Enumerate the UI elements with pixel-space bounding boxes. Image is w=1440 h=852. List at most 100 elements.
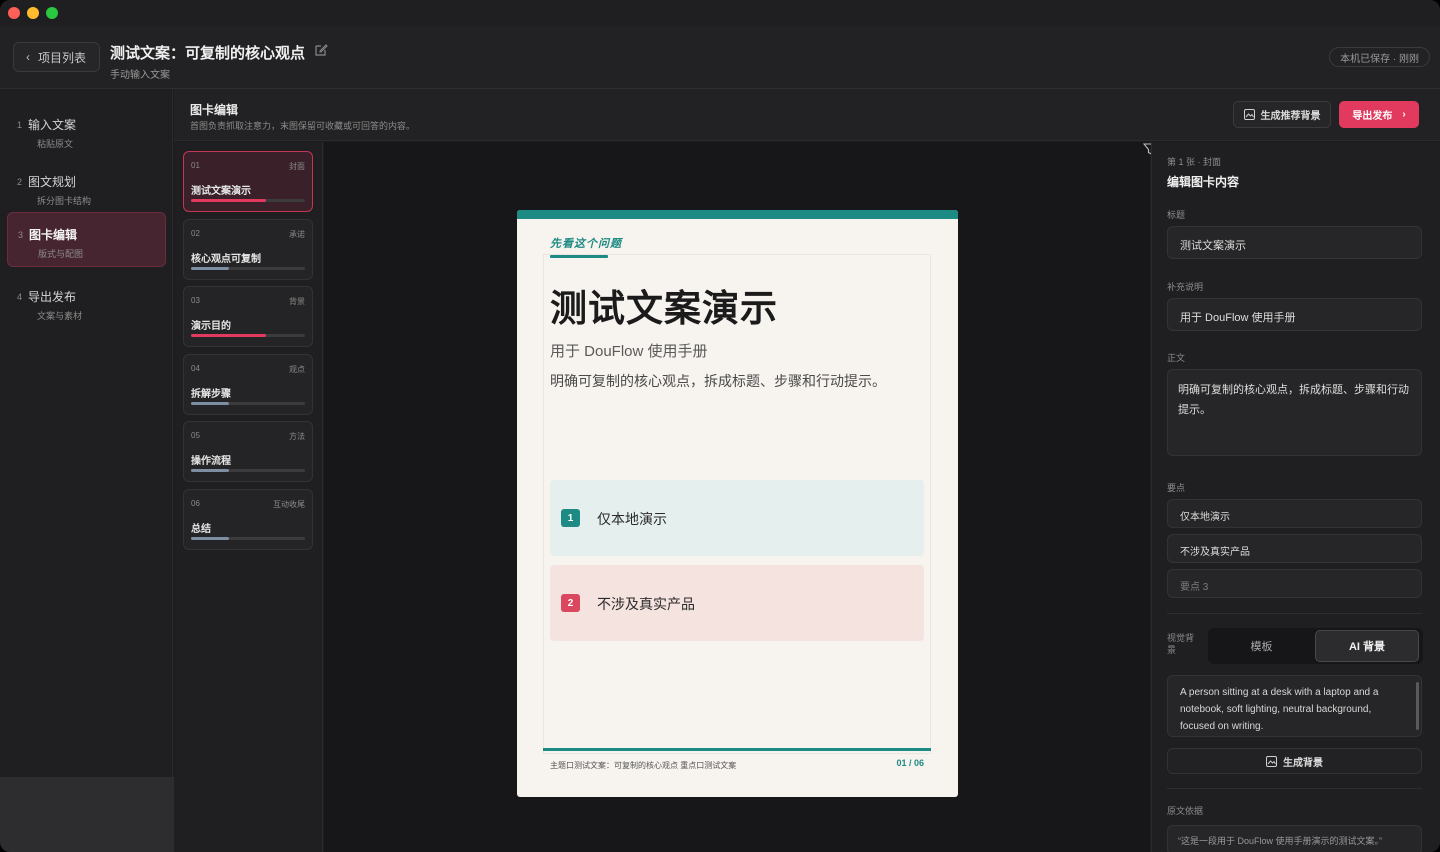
- minimize-window-button[interactable]: [27, 7, 39, 19]
- export-publish-button[interactable]: 导出发布 ›: [1339, 101, 1419, 128]
- card-title: 测试文案演示: [191, 186, 251, 197]
- edit-icon[interactable]: [314, 43, 328, 57]
- point-input-1[interactable]: 仅本地演示: [1167, 499, 1422, 528]
- card-title: 核心观点可复制: [191, 254, 261, 265]
- back-to-projects-button[interactable]: ‹ 项目列表: [13, 42, 100, 72]
- step-sublabel: 拆分图卡结构: [37, 196, 92, 206]
- poster-point: 2 不涉及真实产品: [550, 565, 924, 641]
- card-title: 总结: [191, 524, 211, 535]
- card-role-tag: 方法: [289, 432, 305, 441]
- poster-body: 明确可复制的核心观点，拆成标题、步骤和行动提示。: [550, 373, 886, 389]
- card-thumbnail[interactable]: 06 互动收尾 总结: [183, 489, 313, 550]
- body-textarea[interactable]: 明确可复制的核心观点，拆成标题、步骤和行动提示。: [1167, 369, 1422, 456]
- generate-recommended-label: 生成推荐背景: [1260, 111, 1321, 122]
- card-role-tag: 承诺: [289, 230, 305, 239]
- step-number: 4: [17, 292, 23, 302]
- step-card-edit[interactable]: 3 图卡编辑 版式与配图: [7, 212, 166, 267]
- step-sublabel: 版式与配图: [38, 249, 84, 259]
- card-thumbnail[interactable]: 02 承诺核心观点可复制: [183, 219, 313, 280]
- poster-kicker-underline: [550, 255, 608, 258]
- title-bar: [0, 0, 1440, 26]
- card-progress-track: [191, 469, 305, 472]
- poster-card[interactable]: 先看这个问题 测试文案演示 用于 DouFlow 使用手册 明确可复制的核心观点…: [517, 210, 958, 797]
- poster-footer-text: 主题口测试文案：可复制的核心观点 重点口测试文案: [550, 761, 737, 770]
- template-option[interactable]: 模板: [1210, 630, 1313, 662]
- chevron-right-icon: ›: [1402, 109, 1406, 120]
- note-label: 补充说明: [1167, 282, 1204, 292]
- step-input-copy[interactable]: 1 输入文案 粘贴原文: [7, 103, 166, 158]
- close-window-button[interactable]: [8, 7, 20, 19]
- step-number: 2: [17, 177, 23, 187]
- poster-point: 1 仅本地演示: [550, 480, 924, 556]
- step-number: 3: [18, 230, 24, 240]
- step-export-publish[interactable]: 4 导出发布 文案与素材: [7, 275, 166, 330]
- card-progress-track: [191, 334, 305, 337]
- poster-subtitle: 用于 DouFlow 使用手册: [550, 343, 708, 360]
- poster-accent-bar: [517, 210, 958, 219]
- ai-background-option[interactable]: AI 背景: [1315, 630, 1419, 662]
- step-sublabel: 粘贴原文: [37, 139, 74, 149]
- card-number: 05: [191, 431, 200, 440]
- background-mode-toggle: 模板 AI 背景: [1208, 628, 1423, 664]
- card-thumbnail[interactable]: 04 观点 拆解步骤: [183, 354, 313, 415]
- card-thumbnail[interactable]: 01 封面测试文案演示: [183, 151, 313, 212]
- poster-page-number: 01 / 06: [896, 758, 924, 768]
- source-label: 原文依据: [1167, 806, 1204, 816]
- note-input[interactable]: 用于 DouFlow 使用手册: [1167, 298, 1422, 331]
- card-progress-fill: [191, 199, 267, 202]
- background-prompt-textarea[interactable]: A person sitting at a desk with a laptop…: [1167, 675, 1422, 737]
- generate-background-button[interactable]: 生成背景: [1167, 748, 1422, 774]
- card-progress-fill: [191, 334, 267, 337]
- point-input-3[interactable]: 要点 3: [1167, 569, 1422, 598]
- zoom-window-button[interactable]: [46, 7, 58, 19]
- project-header: ‹ 项目列表 测试文案：可复制的核心观点 手动输入文案 本机已保存 · 刚刚: [0, 26, 1440, 89]
- app-window: ‹ 项目列表 测试文案：可复制的核心观点 手动输入文案 本机已保存 · 刚刚 1…: [0, 0, 1440, 852]
- step-sublabel: 文案与素材: [37, 311, 83, 321]
- step-label: 图卡编辑: [29, 228, 78, 242]
- card-progress-fill: [191, 469, 229, 472]
- section-title: 图卡编辑: [190, 103, 239, 117]
- preview-canvas: 先看这个问题 测试文案演示 用于 DouFlow 使用手册 明确可复制的核心观点…: [324, 142, 1150, 852]
- divider: [1167, 613, 1422, 614]
- card-progress-track: [191, 199, 305, 202]
- section-description: 首图负责抓取注意力，末图保留可收藏或可回答的内容。: [190, 121, 416, 131]
- card-thumbnail[interactable]: 05 方法操作流程: [183, 421, 313, 482]
- poster-title: 测试文案演示: [550, 288, 778, 329]
- page-title: 测试文案：可复制的核心观点: [110, 45, 306, 62]
- point-text: 不涉及真实产品: [597, 596, 695, 612]
- generate-recommended-background-button[interactable]: 生成推荐背景: [1233, 101, 1331, 128]
- card-title: 演示目的: [191, 321, 231, 332]
- visual-background-label: 视觉背景: [1167, 633, 1195, 655]
- card-progress-track: [191, 267, 305, 270]
- points-label: 要点: [1167, 483, 1186, 493]
- step-label: 图文规划: [28, 175, 77, 189]
- card-thumbnail[interactable]: 03 背景演示目的: [183, 286, 313, 347]
- card-breadcrumb: 第 1 张 · 封面: [1167, 157, 1222, 167]
- card-role-tag: 观点: [289, 365, 305, 374]
- poster-footer-line: [543, 748, 931, 751]
- card-editor-panel: 第 1 张 · 封面 编辑图卡内容 标题 测试文案演示 补充说明 用于 DouF…: [1151, 142, 1440, 852]
- card-role-tag: 背景: [289, 297, 305, 306]
- point-input-2[interactable]: 不涉及真实产品: [1167, 534, 1422, 563]
- card-number: 01: [191, 161, 200, 170]
- image-icon: [1266, 755, 1277, 767]
- workflow-steps: 1 输入文案 粘贴原文 2 图文规划 拆分图卡结构 3 图卡编辑 版式与配图 4…: [0, 89, 173, 777]
- prompt-scrollbar[interactable]: [1416, 682, 1419, 730]
- card-list: 01 封面测试文案演示 02 承诺核心观点可复制 03 背景演示目的 04 观点 拆解步骤 05 方…: [174, 142, 323, 852]
- card-progress-fill: [191, 537, 229, 540]
- source-quote: “这是一段用于 DouFlow 使用手册演示的测试文案。”: [1167, 825, 1422, 852]
- step-label: 导出发布: [28, 290, 77, 304]
- poster-kicker: 先看这个问题: [550, 237, 622, 250]
- card-title: 操作流程: [191, 456, 231, 467]
- title-input[interactable]: 测试文案演示: [1167, 226, 1422, 259]
- page-subtitle: 手动输入文案: [110, 70, 170, 81]
- title-label: 标题: [1167, 210, 1186, 220]
- step-layout-plan[interactable]: 2 图文规划 拆分图卡结构: [7, 160, 166, 215]
- image-icon: [1243, 109, 1255, 120]
- divider: [1167, 788, 1422, 789]
- card-number: 03: [191, 296, 200, 305]
- save-status-badge: 本机已保存 · 刚刚: [1329, 47, 1430, 67]
- card-role-tag: 封面: [289, 162, 305, 171]
- card-number: 02: [191, 229, 200, 238]
- step-label: 输入文案: [28, 118, 77, 132]
